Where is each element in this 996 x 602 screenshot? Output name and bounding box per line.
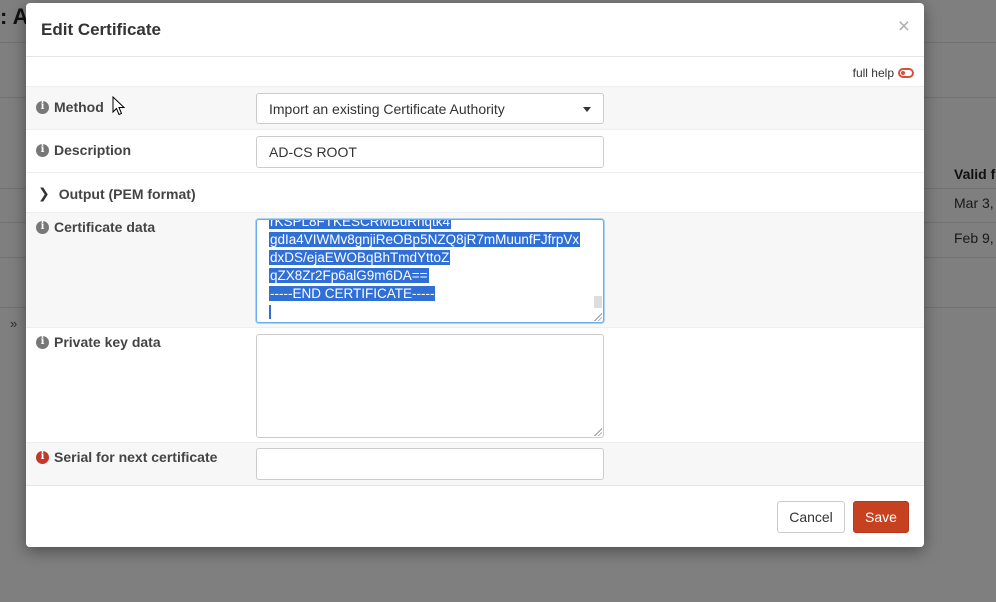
textarea-scrollbar[interactable]: [594, 296, 602, 308]
info-icon[interactable]: i: [36, 100, 49, 114]
method-label-text: Method: [54, 99, 104, 115]
certificate-line: qZX8Zr2Fp6alG9m6DA==: [269, 268, 429, 283]
method-select[interactable]: Import an existing Certificate Authority: [256, 93, 604, 124]
cancel-button[interactable]: Cancel: [777, 501, 845, 533]
method-row: i Method Import an existing Certificate …: [26, 87, 924, 130]
serial-label-text: Serial for next certificate: [54, 449, 218, 465]
full-help-label: full help: [852, 66, 894, 80]
edit-certificate-dialog: Edit Certificate × full help i Method Im…: [26, 3, 924, 547]
info-icon[interactable]: i: [36, 335, 49, 349]
certificate-data-label-text: Certificate data: [54, 219, 156, 235]
save-button[interactable]: Save: [853, 501, 909, 533]
private-key-row: i Private key data: [26, 328, 924, 443]
serial-row: i Serial for next certificate: [26, 443, 924, 486]
description-row: i Description AD-CS ROOT: [26, 130, 924, 173]
mouse-pointer-icon: [112, 96, 126, 116]
caret-down-icon: [583, 107, 591, 112]
private-key-label: i Private key data: [36, 334, 161, 350]
output-section-label: Output (PEM format): [58, 185, 196, 202]
output-section-toggle[interactable]: ❯ Output (PEM format): [38, 185, 196, 202]
certificate-line: dxDS/ejaEWOBqBhTmdYttoZ: [269, 250, 451, 265]
close-icon[interactable]: ×: [898, 16, 910, 37]
certificate-line: -----END CERTIFICATE-----: [269, 286, 436, 301]
modal-header: Edit Certificate ×: [26, 3, 924, 57]
info-icon[interactable]: i: [36, 143, 49, 157]
private-key-label-text: Private key data: [54, 334, 161, 350]
toggle-icon[interactable]: [898, 68, 914, 78]
certificate-line: rKSPL8FTKESCRMBuRnqtk4: [269, 220, 452, 229]
description-label: i Description: [36, 142, 131, 158]
certificate-data-textarea[interactable]: rKSPL8FTKESCRMBuRnqtk4 gdIa4VIWMv8gnjiRe…: [256, 219, 604, 323]
modal-title: Edit Certificate: [41, 20, 161, 39]
method-select-value: Import an existing Certificate Authority: [269, 101, 505, 117]
help-row: full help: [26, 57, 924, 87]
text-caret: [269, 305, 271, 320]
resize-handle[interactable]: [594, 428, 602, 436]
resize-handle[interactable]: [594, 313, 602, 321]
chevron-right-icon: ❯: [38, 185, 50, 201]
description-label-text: Description: [54, 142, 132, 158]
private-key-textarea[interactable]: [256, 334, 604, 438]
modal-footer: Cancel Save: [26, 485, 924, 547]
output-section-row: ❯ Output (PEM format): [26, 173, 924, 213]
info-icon[interactable]: i: [36, 450, 49, 464]
certificate-line: gdIa4VIWMv8gnjiReOBp5NZQ8jR7mMuunfFJfrpV…: [269, 232, 581, 247]
certificate-data-label: i Certificate data: [36, 219, 155, 235]
certificate-data-row: i Certificate data rKSPL8FTKESCRMBuRnqtk…: [26, 213, 924, 328]
info-icon[interactable]: i: [36, 220, 49, 234]
full-help-toggle[interactable]: full help: [853, 66, 914, 80]
certificate-data-text: rKSPL8FTKESCRMBuRnqtk4 gdIa4VIWMv8gnjiRe…: [269, 220, 581, 321]
description-input[interactable]: AD-CS ROOT: [256, 136, 604, 168]
serial-label: i Serial for next certificate: [36, 449, 217, 465]
method-label: i Method: [36, 99, 104, 115]
serial-input[interactable]: [256, 448, 604, 480]
